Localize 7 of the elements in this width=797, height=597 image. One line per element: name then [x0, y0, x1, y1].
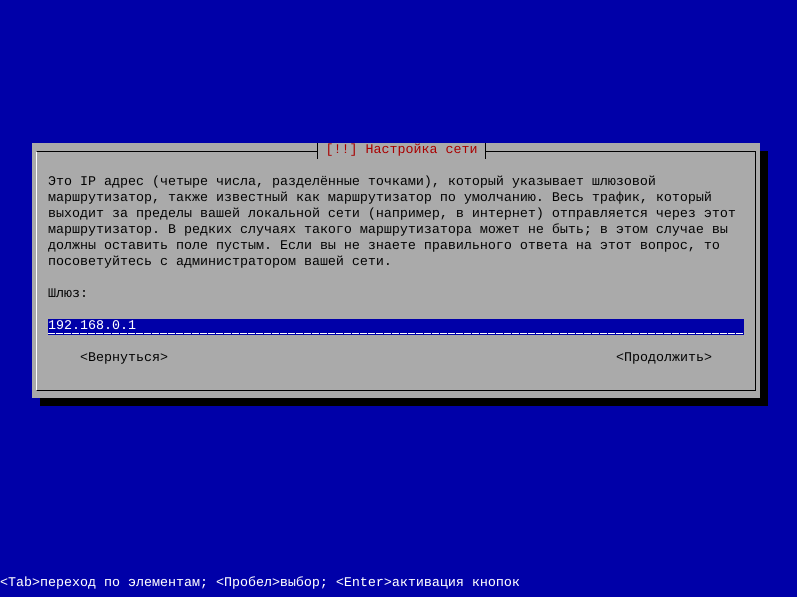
continue-button[interactable]: <Продолжить>: [616, 351, 712, 367]
back-button[interactable]: <Вернуться>: [80, 351, 168, 367]
gateway-input-field[interactable]: 192.168.0.1: [48, 319, 744, 335]
status-bar-text: <Tab>переход по элементам; <Пробел>выбор; <Enter>активация кнопок: [0, 576, 521, 592]
dialog-title: [!!] Настройка сети: [316, 143, 486, 159]
description-text: Это IP адрес (четыре числа, разделённые точками), который указывает шлюзовой маршрутизатор, также известный как маршрутизатор по умолчанию. Весь трафик, который выходит за пределы вашей локальной сети (например, в интернет) отправляется через этот маршрутизатор. В редких случаях такого маршрутизатора может не быть; в этом случае вы должны оставить поле пустым. Если вы не знаете правильного ответа на этот вопрос, то посоветуйтесь с администратором вашей сети.: [48, 175, 737, 271]
gateway-label: Шлюз:: [48, 287, 89, 303]
